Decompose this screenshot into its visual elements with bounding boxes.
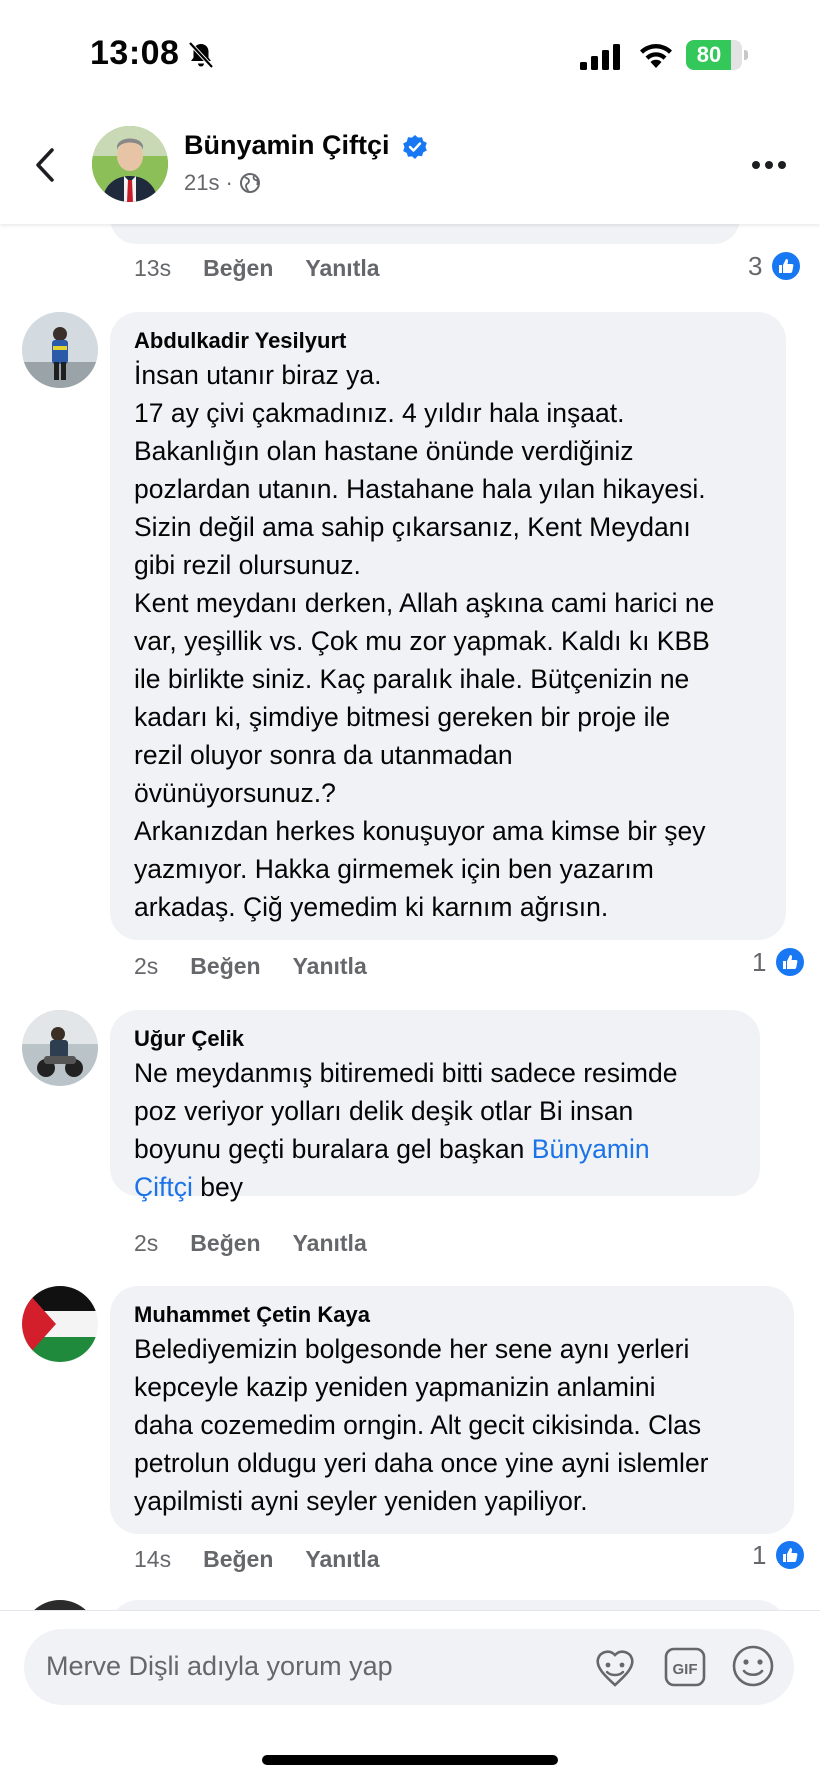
comment-text-block: Ne meydanmış bitiremedi bitti sadece res… xyxy=(134,1054,736,1206)
comment-actions: 13s Beğen Yanıtla xyxy=(134,255,380,282)
comment-input[interactable]: Merve Dişli adıyla yorum yap GIF xyxy=(24,1629,794,1705)
like-button[interactable]: Beğen xyxy=(190,1230,260,1257)
comment-author[interactable]: Uğur Çelik xyxy=(134,1024,736,1054)
wifi-icon xyxy=(640,44,672,68)
reply-button[interactable]: Yanıtla xyxy=(293,953,367,980)
home-indicator xyxy=(262,1755,558,1765)
more-icon[interactable] xyxy=(752,150,796,180)
gif-icon[interactable]: GIF xyxy=(664,1645,706,1689)
author-avatar[interactable] xyxy=(92,126,168,202)
reply-button[interactable]: Yanıtla xyxy=(293,1230,367,1257)
emoji-icon[interactable] xyxy=(730,1643,776,1689)
like-button[interactable]: Beğen xyxy=(203,255,273,282)
comment-actions: 2s Beğen Yanıtla xyxy=(134,1230,367,1257)
comment-input-placeholder: Merve Dişli adıyla yorum yap xyxy=(46,1651,393,1681)
status-time: 13:08 xyxy=(90,34,180,72)
author-name[interactable]: Bünyamin Çiftçi xyxy=(184,130,390,161)
comment-time: 14s xyxy=(134,1546,172,1572)
comment-author[interactable]: Muhammet Çetin Kaya xyxy=(134,1300,770,1330)
comment-actions: 2s Beğen Yanıtla xyxy=(134,953,367,980)
like-icon xyxy=(770,250,803,282)
reaction-count[interactable]: 3 xyxy=(748,250,803,282)
reaction-count[interactable]: 1 xyxy=(752,1539,807,1571)
comment-bubble xyxy=(110,1600,786,1610)
status-bar: 13:08 80 xyxy=(0,0,820,110)
comment-text: Belediyemizin bolgesonde her sene aynı y… xyxy=(134,1334,709,1516)
comment-bubble: Muhammet Çetin Kaya Belediyemizin bolges… xyxy=(110,1286,794,1534)
comment-text: İnsan utanır biraz ya. 17 ay çivi çakmad… xyxy=(134,360,715,922)
comment-author[interactable]: Abdulkadir Yesilyurt xyxy=(134,326,762,356)
comment-bubble: Abdulkadir Yesilyurt İnsan utanır biraz … xyxy=(110,312,786,940)
commenter-avatar[interactable] xyxy=(22,1286,98,1362)
battery-percent: 80 xyxy=(696,42,722,67)
reply-button[interactable]: Yanıtla xyxy=(305,255,379,282)
commenter-avatar[interactable] xyxy=(22,1010,98,1086)
comment-bubble: Uğur Çelik Ne meydanmış bitiremedi bitti… xyxy=(110,1010,760,1202)
reply-button[interactable]: Yanıtla xyxy=(305,1546,379,1573)
like-icon xyxy=(774,946,807,978)
signal-icon xyxy=(580,44,620,70)
post-header: Bünyamin Çiftçi 21s · xyxy=(0,110,820,224)
svg-text:GIF: GIF xyxy=(673,1661,698,1678)
post-time: 21s xyxy=(184,170,220,195)
post-meta: 21s · xyxy=(184,170,261,196)
comment-text-after: bey xyxy=(192,1172,243,1202)
previous-comment-bubble xyxy=(110,224,740,244)
battery-icon: 80 xyxy=(686,40,748,70)
composer-bar: Merve Dişli adıyla yorum yap GIF xyxy=(0,1610,820,1778)
like-icon xyxy=(774,1539,807,1571)
meta-separator: · xyxy=(225,170,233,195)
comments-list: 13s Beğen Yanıtla 3 Abdulkadir Yesilyurt… xyxy=(0,224,820,1610)
back-chevron-icon[interactable] xyxy=(28,140,64,190)
comment-time: 13s xyxy=(134,255,172,281)
commenter-avatar[interactable] xyxy=(22,1600,98,1610)
sticker-icon[interactable] xyxy=(592,1645,638,1689)
verified-badge-icon xyxy=(403,135,427,159)
commenter-avatar[interactable] xyxy=(22,312,98,388)
reaction-count[interactable]: 1 xyxy=(752,946,807,978)
like-button[interactable]: Beğen xyxy=(190,953,260,980)
reaction-number: 3 xyxy=(748,250,763,281)
comment-actions: 14s Beğen Yanıtla xyxy=(134,1546,380,1573)
bell-off-icon xyxy=(188,41,214,69)
like-button[interactable]: Beğen xyxy=(203,1546,273,1573)
reaction-number: 1 xyxy=(752,946,767,977)
comment-time: 2s xyxy=(134,953,159,979)
reaction-number: 1 xyxy=(752,1539,767,1570)
comment-time: 2s xyxy=(134,1230,159,1256)
globe-icon xyxy=(239,173,260,193)
